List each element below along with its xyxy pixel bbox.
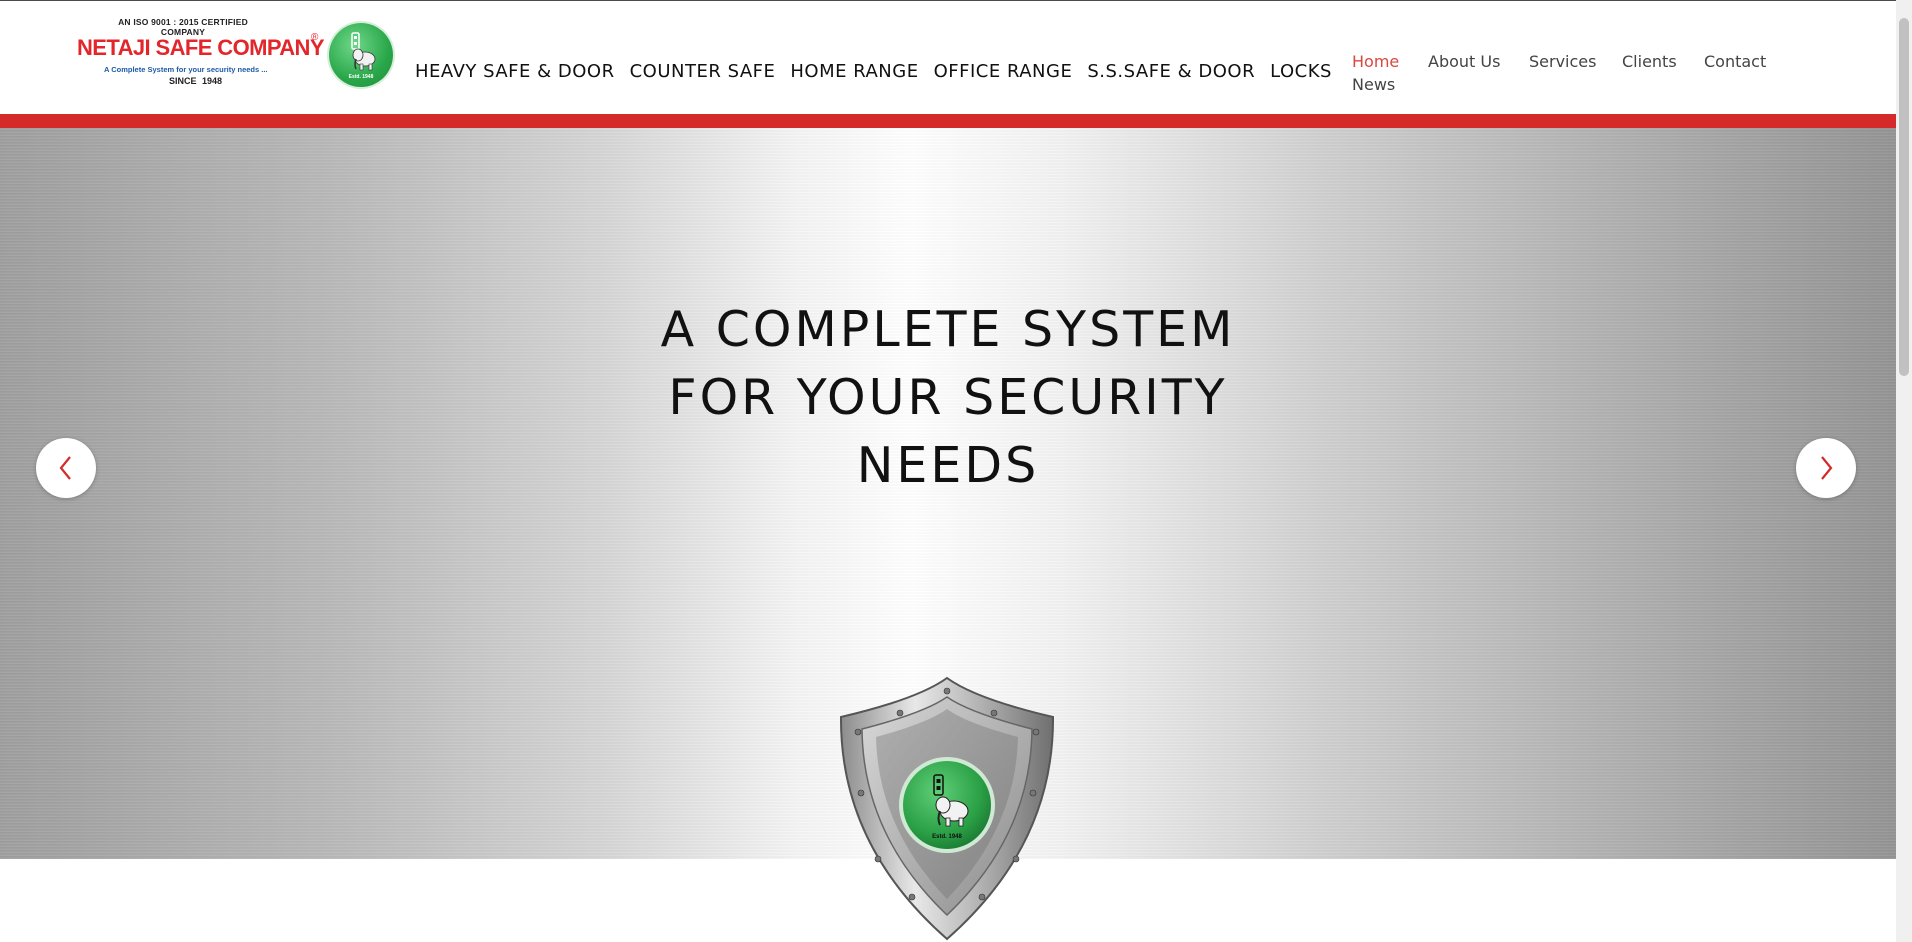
nav-home[interactable]: Home <box>1352 52 1399 71</box>
hero-line-2: FOR YOUR SECURITY <box>668 369 1228 426</box>
slider-next-button[interactable] <box>1796 438 1856 498</box>
nav-about-us[interactable]: About Us <box>1428 52 1500 71</box>
nav-clients[interactable]: Clients <box>1622 52 1677 71</box>
nav-news[interactable]: News <box>1352 75 1395 94</box>
nav-counter-safe[interactable]: COUNTER SAFE <box>630 61 776 82</box>
slider-prev-button[interactable] <box>36 438 96 498</box>
chevron-left-icon <box>59 456 71 480</box>
shield-emblem-icon: Estd. 1948 <box>839 676 1055 941</box>
vertical-scrollbar[interactable] <box>1896 0 1912 942</box>
chevron-right-icon <box>1821 456 1833 480</box>
registered-mark: ® <box>311 32 319 43</box>
hero-line-3: NEEDS <box>856 437 1040 494</box>
brand-name: NETAJI SAFE COMPANY <box>77 35 325 60</box>
since-text: SINCE 1948 <box>169 76 223 86</box>
nav-ss-safe-door[interactable]: S.S.SAFE & DOOR <box>1087 61 1255 82</box>
nav-services[interactable]: Services <box>1529 52 1596 71</box>
nav-heavy-safe-door[interactable]: HEAVY SAFE & DOOR <box>415 61 615 82</box>
elephant-emblem-icon: Estd. 1948 <box>329 23 393 87</box>
nav-home-range[interactable]: HOME RANGE <box>790 61 918 82</box>
header-accent-bar <box>0 114 1896 128</box>
company-logo[interactable]: AN ISO 9001 : 2015 CERTIFIED COMPANY NET… <box>74 17 325 91</box>
nav-contact[interactable]: Contact <box>1704 52 1766 71</box>
site-header: AN ISO 9001 : 2015 CERTIFIED COMPANY NET… <box>0 1 1896 114</box>
scrollbar-thumb[interactable] <box>1899 18 1909 376</box>
hero-line-1: A COMPLETE SYSTEM <box>660 301 1236 358</box>
hero-heading: A COMPLETE SYSTEM FOR YOUR SECURITY NEED… <box>0 296 1896 500</box>
nav-office-range[interactable]: OFFICE RANGE <box>934 61 1073 82</box>
logo-tagline: A Complete System for your security need… <box>104 65 268 74</box>
badge-text: Estd. 1948 <box>349 74 374 80</box>
nav-locks[interactable]: LOCKS <box>1270 61 1332 82</box>
shield-badge-text: Estd. 1948 <box>932 834 962 840</box>
product-nav: HEAVY SAFE & DOOR COUNTER SAFE HOME RANG… <box>415 61 1347 82</box>
iso-certification-text: AN ISO 9001 : 2015 CERTIFIED COMPANY <box>118 17 248 37</box>
